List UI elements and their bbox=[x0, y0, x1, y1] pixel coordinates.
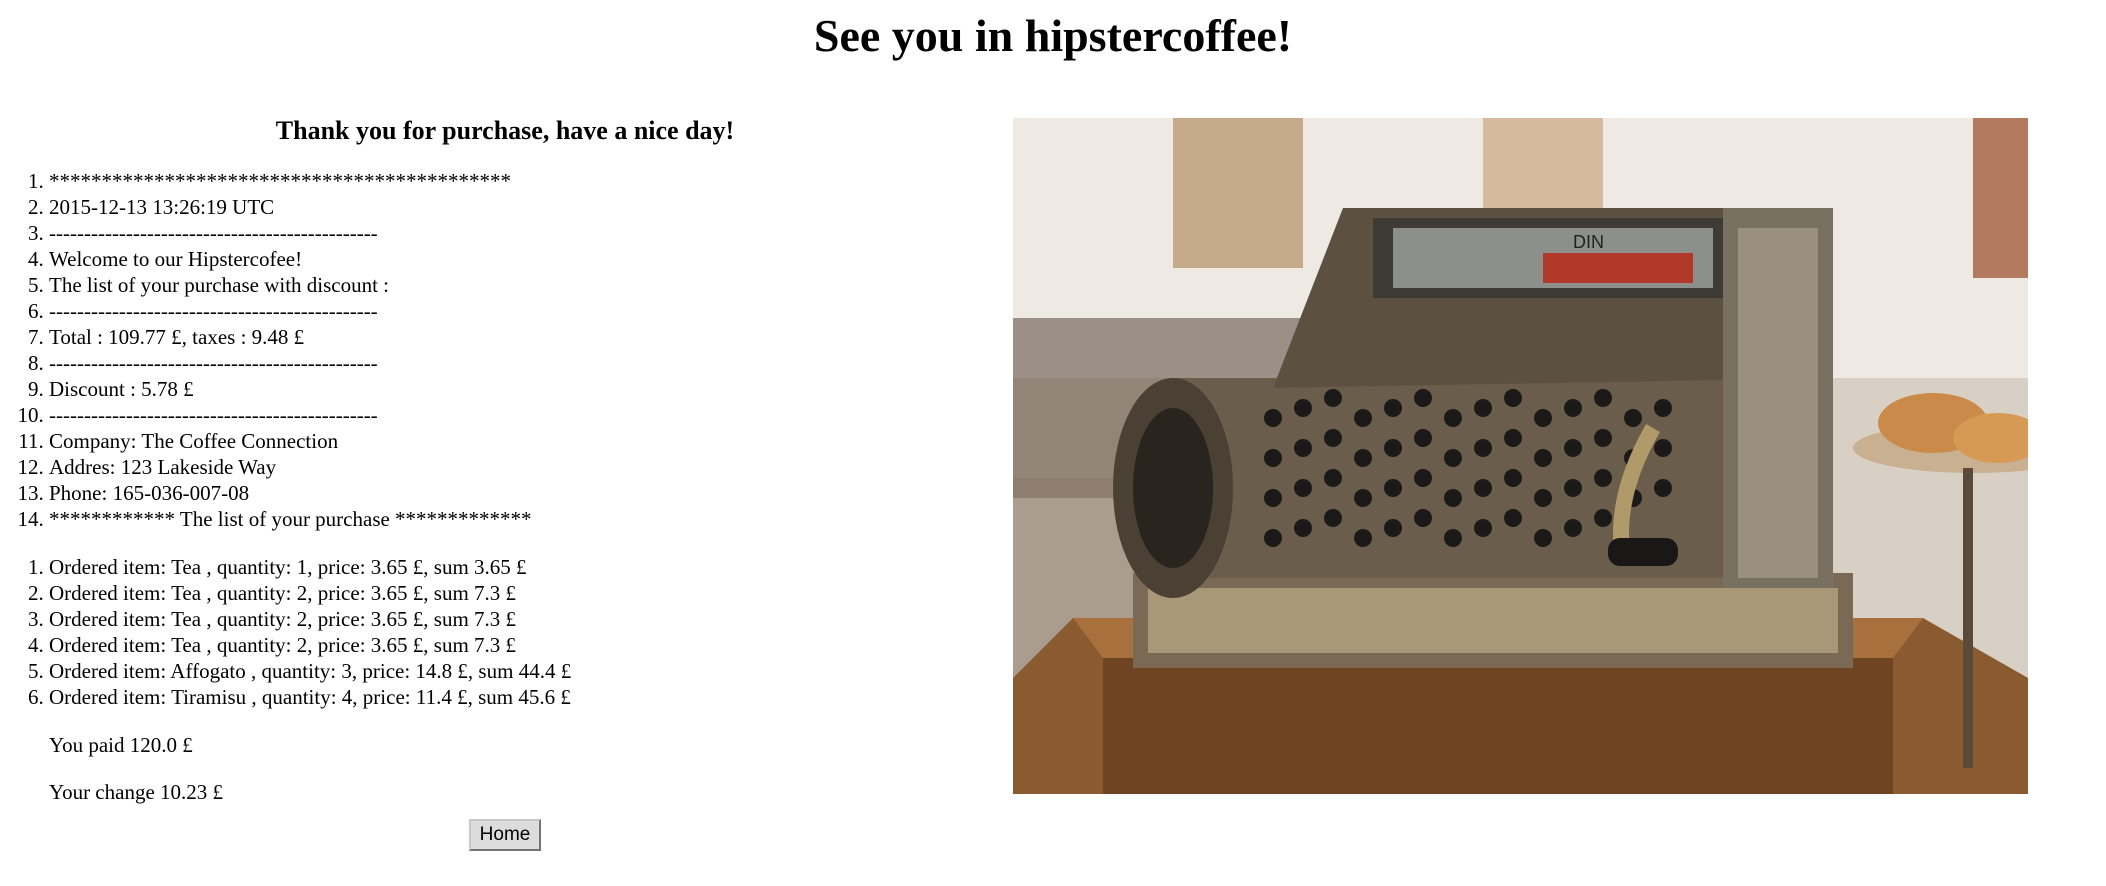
ordered-item: Ordered item: Tea , quantity: 1, price: … bbox=[49, 554, 1010, 580]
cash-register-photo: DIN bbox=[1013, 118, 2028, 794]
receipt-line: 2015-12-13 13:26:19 UTC bbox=[49, 194, 1010, 220]
home-button-container: Home bbox=[0, 819, 1010, 851]
ordered-item: Ordered item: Tiramisu , quantity: 4, pr… bbox=[49, 684, 1010, 710]
receipt-line: ----------------------------------------… bbox=[49, 350, 1010, 376]
home-button[interactable]: Home bbox=[468, 819, 542, 851]
receipt-line: Addres: 123 Lakeside Way bbox=[49, 454, 1010, 480]
register-tag-text: DIN bbox=[1573, 232, 1604, 252]
ordered-item: Ordered item: Tea , quantity: 2, price: … bbox=[49, 632, 1010, 658]
receipt-line: Total : 109.77 £, taxes : 9.48 £ bbox=[49, 324, 1010, 350]
ordered-item: Ordered item: Affogato , quantity: 3, pr… bbox=[49, 658, 1010, 684]
receipt-lines-list: ****************************************… bbox=[0, 168, 1010, 532]
ordered-items-list: Ordered item: Tea , quantity: 1, price: … bbox=[0, 554, 1010, 710]
paid-amount: You paid 120.0 £ bbox=[49, 733, 193, 757]
receipt-line: ----------------------------------------… bbox=[49, 402, 1010, 428]
receipt-line: ----------------------------------------… bbox=[49, 298, 1010, 324]
receipt-line: ----------------------------------------… bbox=[49, 220, 1010, 246]
ordered-item: Ordered item: Tea , quantity: 2, price: … bbox=[49, 606, 1010, 632]
receipt-line: ****************************************… bbox=[49, 168, 1010, 194]
change-amount: Your change 10.23 £ bbox=[49, 780, 224, 804]
cash-register-illustration: DIN bbox=[1013, 118, 2028, 794]
receipt-panel: Thank you for purchase, have a nice day!… bbox=[0, 118, 1010, 851]
receipt-line: ************ The list of your purchase *… bbox=[49, 506, 1010, 532]
page-title: See you in hipstercoffee! bbox=[813, 10, 1293, 61]
receipt-line: Phone: 165-036-007-08 bbox=[49, 480, 1010, 506]
ordered-item: Ordered item: Tea , quantity: 2, price: … bbox=[49, 580, 1010, 606]
receipt-line: Discount : 5.78 £ bbox=[49, 376, 1010, 402]
receipt-heading: Thank you for purchase, have a nice day! bbox=[275, 116, 735, 145]
receipt-line: Welcome to our Hipstercofee! bbox=[49, 246, 1010, 272]
receipt-line: Company: The Coffee Connection bbox=[49, 428, 1010, 454]
receipt-line: The list of your purchase with discount … bbox=[49, 272, 1010, 298]
